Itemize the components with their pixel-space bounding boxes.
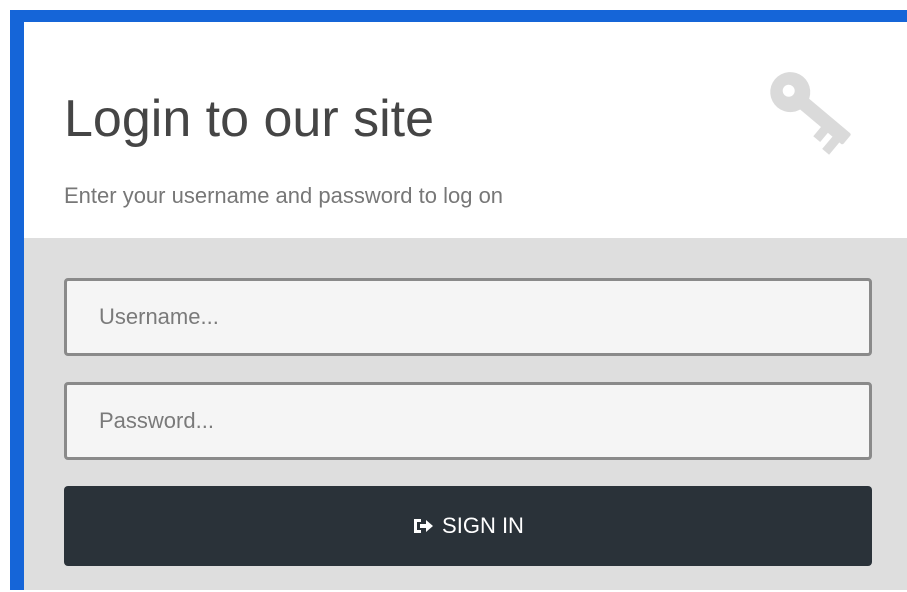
sign-in-icon	[414, 519, 434, 533]
page-title: Login to our site	[64, 90, 435, 148]
key-icon	[770, 72, 851, 155]
login-card: Login to our site Enter your username an…	[24, 22, 907, 590]
page-subtitle: Enter your username and password to log …	[64, 183, 504, 208]
password-input[interactable]	[64, 382, 872, 460]
login-form: SIGN IN	[24, 238, 907, 590]
login-header: Login to our site Enter your username an…	[24, 22, 907, 238]
sign-in-label: SIGN IN	[442, 513, 524, 538]
sign-in-button[interactable]: SIGN IN	[64, 486, 872, 566]
username-input[interactable]	[64, 278, 872, 356]
